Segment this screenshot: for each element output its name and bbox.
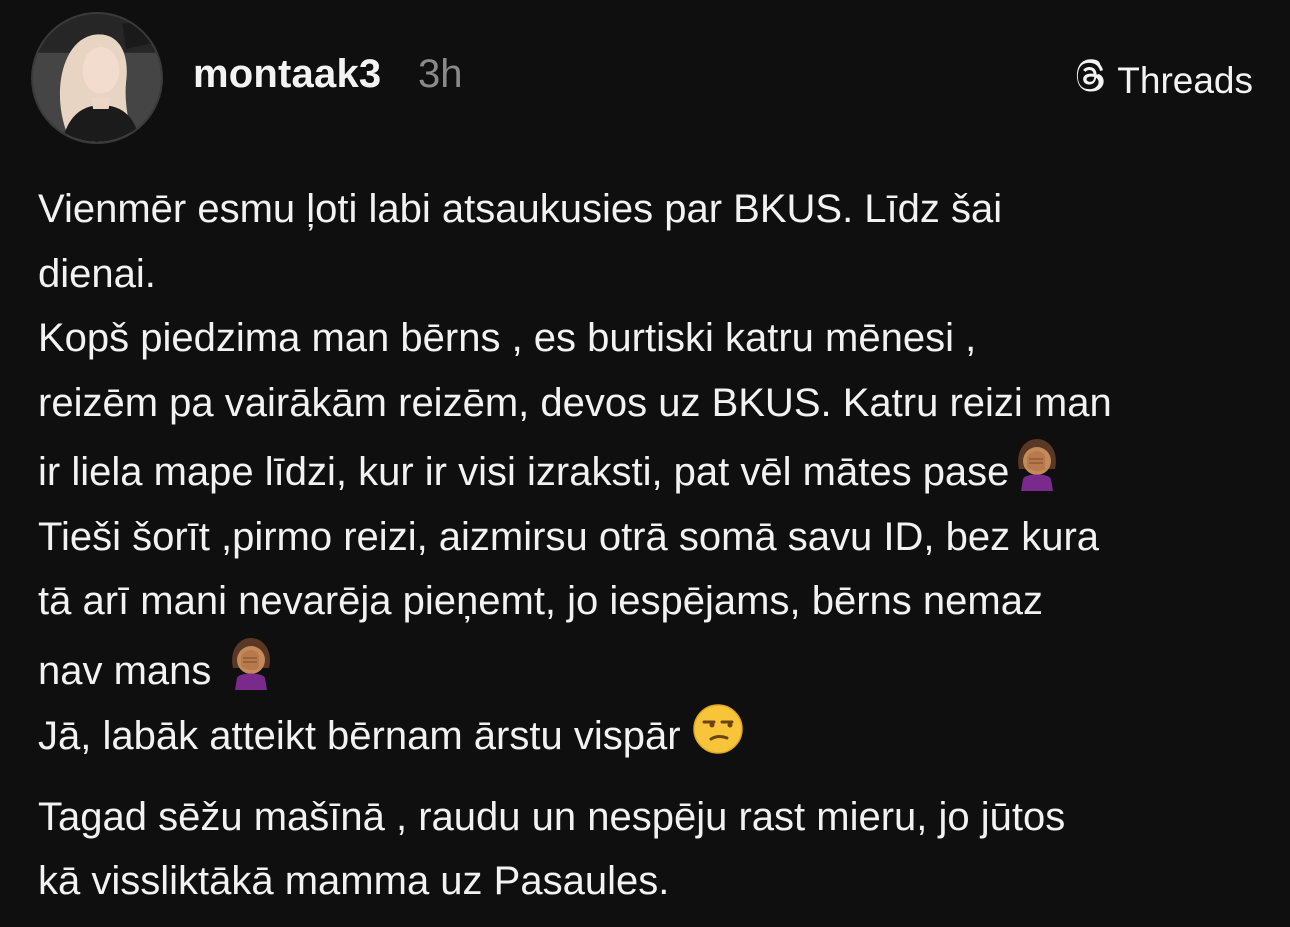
post-text-line: Tieši šorīt ,pirmo reizi, aizmirsu otrā … (38, 514, 1100, 559)
post-time: 3h (418, 52, 463, 96)
post-text-line-with-emoji: Jā, labāk atteikt bērnam ārstu vispār (38, 703, 1268, 769)
face-palm-woman-emoji-icon (223, 634, 279, 690)
post-text-line: Vienmēr esmu ļoti labi atsaukusies par B… (38, 187, 1003, 231)
threads-brand[interactable]: Threads (1071, 57, 1253, 104)
post-text-line: Kopš piedzima man bērns , es burtiski ka… (38, 316, 977, 360)
post-text-line: Tagad sēžu mašīnā , raudu un nespēju ras… (38, 794, 1066, 839)
threads-label: Threads (1117, 59, 1253, 101)
unamused-face-emoji-icon (692, 703, 744, 755)
post-text-line-with-emoji: nav mans (38, 634, 1268, 704)
post-text-line: reizēm pa vairākām reizēm, devos uz BKUS… (38, 380, 1112, 425)
face-palm-woman-emoji-icon (1009, 435, 1065, 491)
avatar[interactable] (31, 12, 163, 144)
post-text-line: Jā, labāk atteikt bērnam ārstu vispār (38, 714, 692, 758)
post-text-line: ir liela mape līdzi, kur ir visi izrakst… (38, 450, 1010, 494)
post-text-line: dienai. (38, 251, 156, 296)
threads-logo-icon (1071, 57, 1109, 104)
post-text-line: kā vissliktākā mamma uz Pasaules. (38, 859, 670, 903)
post-body: Vienmēr esmu ļoti labi atsaukusies par B… (38, 177, 1268, 914)
post-text-line: nav mans (38, 648, 223, 693)
username[interactable]: montaak3 (193, 52, 381, 97)
post-text-line-with-emoji: ir liela mape līdzi, kur ir visi izrakst… (38, 435, 1268, 505)
post-text-line: tā arī mani nevarēja pieņemt, jo iespēja… (38, 579, 1043, 623)
